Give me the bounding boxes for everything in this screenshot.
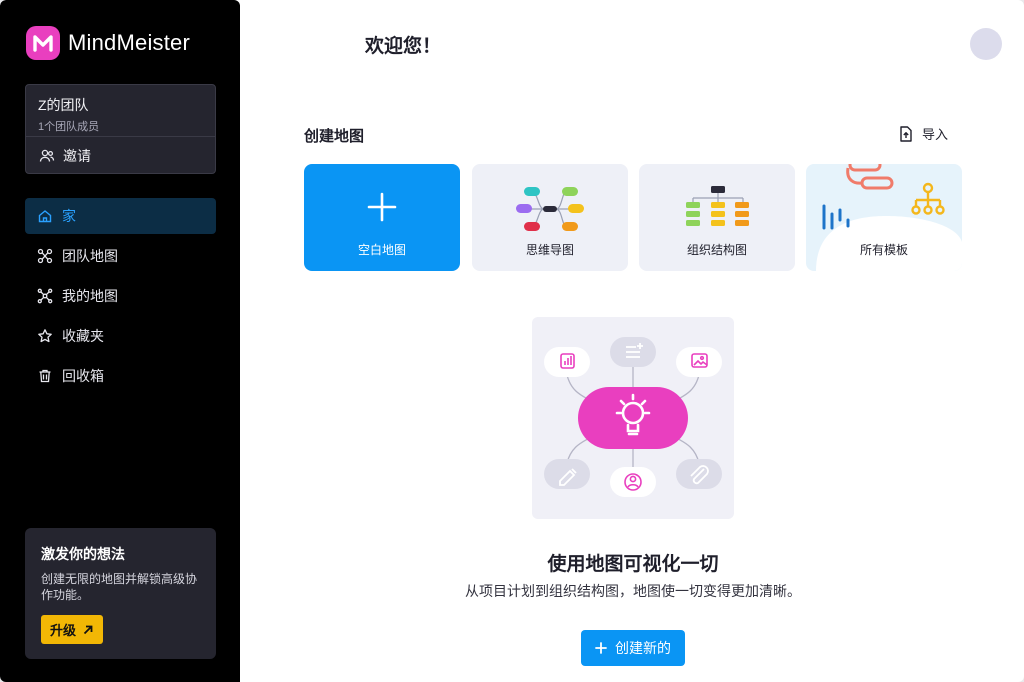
import-file-icon [900,125,912,142]
empty-state-title: 使用地图可视化一切 [547,554,719,575]
blank-map-card[interactable]: 空白地图 [304,164,460,271]
sidebar-nav: 家 团队地图 我的地图 收藏夹 回收箱 [25,198,216,398]
sidebar: MindMeister Z的团队 1个团队成员 邀请 家 团队地图 我的地图 收… [0,0,240,682]
app-window: MindMeister Z的团队 1个团队成员 邀请 家 团队地图 我的地图 收… [0,0,1024,682]
create-new-button[interactable]: 创建新的 [581,630,685,666]
arrow-up-right-icon [83,625,93,634]
all-templates-label: 所有模板 [859,243,908,257]
home-icon [38,210,52,223]
team-maps-icon [37,248,53,264]
sidebar-item-label: 收藏夹 [62,328,104,344]
invite-people-icon [39,149,55,162]
mind-map-card[interactable]: 思维导图 [472,164,628,271]
mind-map-template-icon [516,187,584,231]
import-button[interactable]: 导入 [898,124,948,143]
empty-state-illustration [532,317,734,519]
my-maps-icon [37,288,53,304]
empty-state-title-wrap: 使用地图可视化一切 [0,549,1024,576]
create-new-label: 创建新的 [615,640,671,656]
all-templates-card[interactable]: 所有模板 [806,164,962,271]
blank-map-label: 空白地图 [357,243,406,257]
org-chart-template-icon [686,186,749,226]
invite-label: 邀请 [63,147,91,164]
mindmeister-logo-icon [26,26,60,60]
team-name: Z的团队 [38,97,89,113]
org-chart-label: 组织结构图 [686,243,747,257]
sidebar-item-trash[interactable]: 回收箱 [25,358,216,394]
mind-map-label: 思维导图 [525,243,574,257]
welcome-heading: 欢迎您！ [365,36,442,57]
org-chart-card[interactable]: 组织结构图 [639,164,795,271]
sidebar-item-home[interactable]: 家 [25,198,216,234]
empty-state-description: 从项目计划到组织结构图，地图使一切变得更加清晰。 [465,583,801,599]
plus-icon [595,642,607,654]
sidebar-item-label: 家 [62,208,76,224]
logo[interactable]: MindMeister [26,26,190,60]
invite-button[interactable]: 邀请 [26,137,215,174]
sidebar-item-label: 我的地图 [62,288,118,304]
team-switcher[interactable]: Z的团队 1个团队成员 邀请 [25,84,216,174]
create-map-heading: 创建地图 [304,128,365,145]
star-icon [38,329,52,343]
sidebar-item-team-maps[interactable]: 团队地图 [25,238,216,274]
import-label: 导入 [922,127,949,142]
upgrade-card: 激发你的想法 创建无限的地图并解锁高级协作功能。 升级 [25,528,216,659]
team-member-count: 1个团队成员 [38,121,100,133]
avatar[interactable] [970,28,1002,60]
sidebar-item-label: 回收箱 [62,368,104,384]
plus-icon [367,192,397,222]
trash-icon [39,369,51,383]
brand-name: MindMeister [68,30,191,55]
sidebar-item-label: 团队地图 [62,248,118,264]
upgrade-button[interactable]: 升级 [41,615,104,644]
sidebar-item-favorites[interactable]: 收藏夹 [25,318,216,354]
upgrade-button-label: 升级 [50,623,77,638]
sidebar-item-my-maps[interactable]: 我的地图 [25,278,216,314]
